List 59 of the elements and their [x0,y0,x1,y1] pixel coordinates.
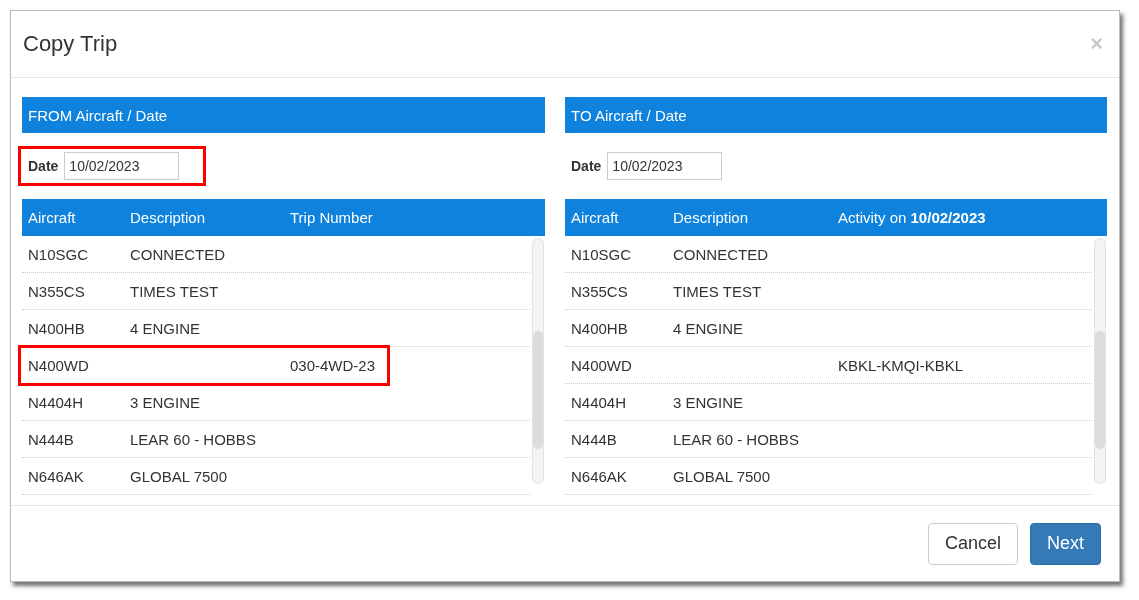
table-cell-text: 3 ENGINE [672,393,745,411]
column-header: Description [672,209,750,226]
table-cell-text: CONNECTED [672,245,769,263]
cancel-button[interactable]: Cancel [927,522,1018,565]
table-cell-text: LEAR 60 - HOBBS [672,430,800,448]
column-header: Aircraft [570,209,620,226]
table-cell-text: N10SGC [570,245,633,263]
table-cell-text: N355CS [27,282,86,300]
table-row[interactable]: N355CS TIMES TEST [565,273,1092,310]
table-cell-text: GLOBAL 7500 [129,467,228,485]
next-button[interactable]: Next [1030,522,1101,565]
date-label: Date [571,158,602,174]
column-header: Trip Number [289,209,373,226]
table-cell-text: N355CS [570,282,629,300]
date-field[interactable]: 10/02/2023 [64,152,180,180]
scrollbar[interactable] [532,238,544,484]
table-cell-text: N444B [27,430,75,448]
dialog-title: Copy Trip [23,31,118,57]
table-cell-text: N400WD [27,356,90,374]
table-cell-text: N4404H [27,393,85,411]
table-row[interactable]: N355CS TIMES TEST [22,273,530,310]
column-header: Description [129,209,207,226]
table-cell-text: KBKL-KMQI-KBKL [837,356,964,374]
date-field[interactable]: 10/02/2023 [607,152,723,180]
panel-title: FROM Aircraft / Date [28,106,168,124]
scrollbar[interactable] [1094,238,1106,484]
table-row[interactable]: N400WD 030-4WD-23 [20,347,388,384]
table-cell-text: 4 ENGINE [129,319,202,337]
table-cell-text: N400WD [570,356,633,374]
table-cell-text: 3 ENGINE [129,393,202,411]
table-row[interactable]: N400WD KBKL-KMQI-KBKL [565,347,1092,384]
table-cell-text: TIMES TEST [129,282,220,300]
table-row[interactable]: N400HB 4 ENGINE [22,310,530,347]
table-cell-text: N10SGC [27,245,90,263]
table-cell-text: 030-4WD-23 [289,356,376,374]
table-cell-text: N4404H [570,393,628,411]
table-row[interactable]: N4404H 3 ENGINE [22,384,530,421]
table-cell-text: N400HB [570,319,629,337]
column-header: Aircraft [27,209,77,226]
table-cell-text: CONNECTED [129,245,226,263]
table-row[interactable]: N444B LEAR 60 - HOBBS [565,421,1092,458]
table-row[interactable]: N646AK GLOBAL 7500 [22,458,530,495]
table-cell-text: N646AK [27,467,85,485]
table-cell-text: GLOBAL 7500 [672,467,771,485]
table-row[interactable]: N10SGC CONNECTED [22,236,530,273]
column-header: Activity on 10/02/2023 [837,209,986,226]
table-cell-text: TIMES TEST [672,282,763,300]
table-cell-text: N646AK [570,467,628,485]
table-row[interactable]: N10SGC CONNECTED [565,236,1092,273]
table-row[interactable]: N444B LEAR 60 - HOBBS [22,421,530,458]
table-cell-text: N444B [570,430,618,448]
date-label: Date [28,158,59,174]
table-row[interactable]: N646AK GLOBAL 7500 [565,458,1092,495]
table-cell-text: N400HB [27,319,86,337]
table-cell-text: LEAR 60 - HOBBS [129,430,257,448]
table-row[interactable]: N4404H 3 ENGINE [565,384,1092,421]
table-row[interactable]: N400HB 4 ENGINE [565,310,1092,347]
panel-title: TO Aircraft / Date [571,106,687,124]
table-cell-text: 4 ENGINE [672,319,745,337]
